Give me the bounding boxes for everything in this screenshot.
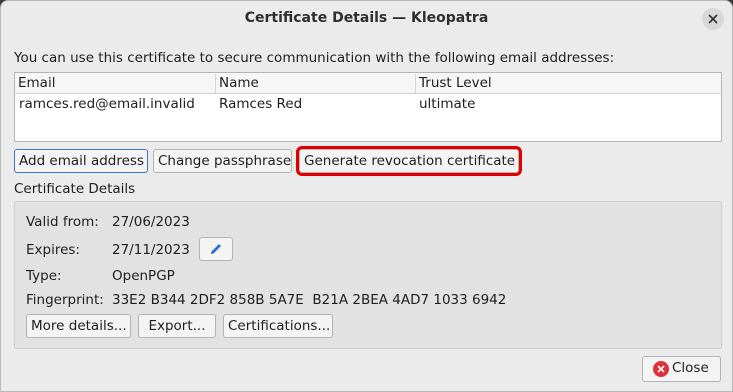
certificate-details-dialog: Certificate Details — Kleopatra You can … <box>0 0 733 392</box>
column-header-trust-level[interactable]: Trust Level <box>416 74 721 94</box>
valid-from-value: 27/06/2023 <box>112 214 190 230</box>
change-passphrase-button[interactable]: Change passphrase <box>153 149 292 173</box>
window-close-button[interactable] <box>702 8 724 30</box>
fingerprint-label: Fingerprint: <box>26 292 104 308</box>
pencil-icon <box>211 244 221 254</box>
generate-revocation-certificate-button[interactable]: Generate revocation certificate <box>299 149 519 173</box>
window-title: Certificate Details — Kleopatra <box>244 10 489 26</box>
cell-trust-level: ultimate <box>419 96 476 112</box>
certificate-details-group: Valid from: 27/06/2023 Expires: 27/11/20… <box>14 201 722 349</box>
cell-name: Ramces Red <box>219 96 303 112</box>
table-header: Email Name Trust Level <box>15 73 721 94</box>
edit-expiry-button[interactable] <box>199 237 233 261</box>
close-button[interactable]: Close <box>642 356 721 382</box>
type-label: Type: <box>26 268 62 284</box>
close-icon <box>708 14 718 24</box>
close-button-label: Close <box>672 360 709 376</box>
fingerprint-value: 33E2 B344 2DF2 858B 5A7E B21A 2BEA 4AD7 … <box>112 292 507 308</box>
add-email-address-button[interactable]: Add email address <box>14 149 148 173</box>
certifications-button[interactable]: Certifications... <box>223 314 333 338</box>
column-header-name[interactable]: Name <box>216 74 416 94</box>
close-circle-icon <box>653 361 669 377</box>
intro-text: You can use this certificate to secure c… <box>14 50 615 66</box>
valid-from-label: Valid from: <box>26 214 99 230</box>
column-header-email[interactable]: Email <box>15 74 216 94</box>
cell-email: ramces.red@email.invalid <box>19 96 195 112</box>
certificate-details-label: Certificate Details <box>14 181 136 197</box>
expires-value: 27/11/2023 <box>112 242 190 258</box>
export-button[interactable]: Export... <box>138 314 216 338</box>
email-table[interactable]: Email Name Trust Level ramces.red@email.… <box>14 72 722 142</box>
title-bar: Certificate Details — Kleopatra <box>1 1 732 37</box>
type-value: OpenPGP <box>112 268 175 284</box>
expires-label: Expires: <box>26 242 80 258</box>
more-details-button[interactable]: More details... <box>26 314 131 338</box>
